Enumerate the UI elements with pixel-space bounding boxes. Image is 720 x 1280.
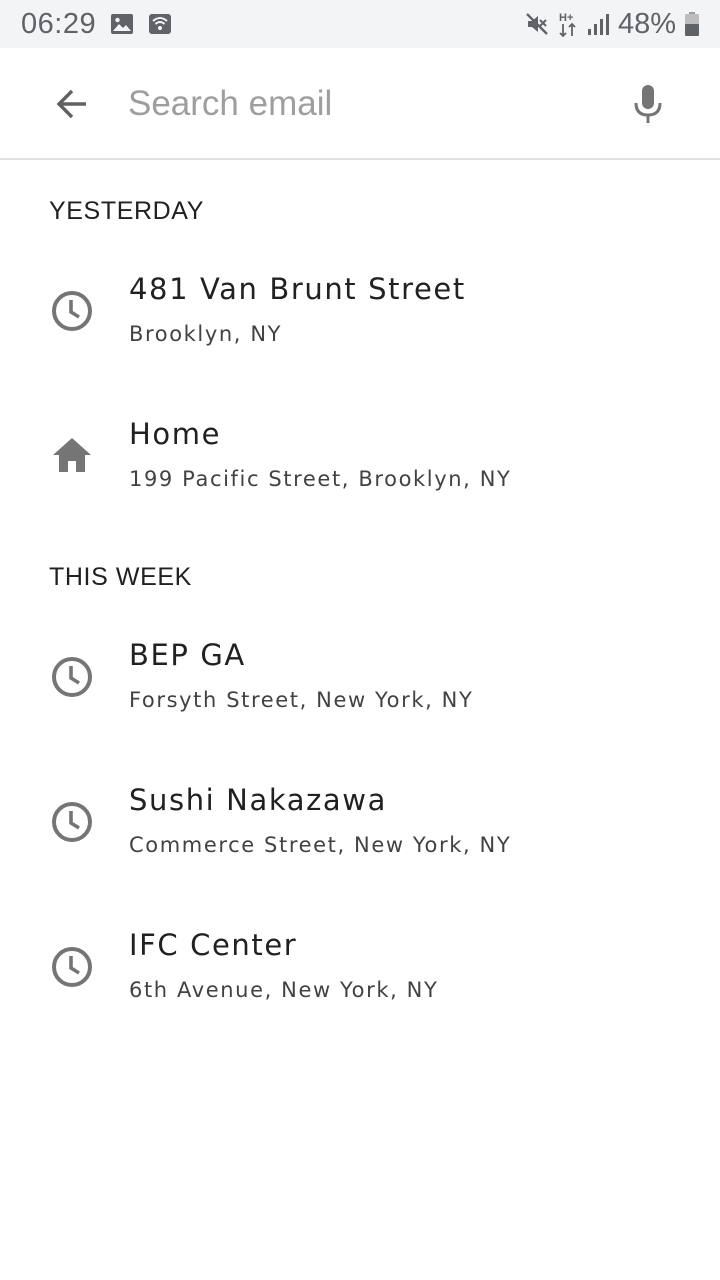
voice-search-button[interactable] xyxy=(624,80,672,128)
clock-icon xyxy=(48,943,96,991)
mic-icon xyxy=(634,85,662,123)
item-title: 481 Van Brunt Street xyxy=(129,272,466,306)
section-header-this-week: THIS WEEK xyxy=(49,563,192,591)
clock-icon xyxy=(48,798,96,846)
wifi-calling-icon xyxy=(148,13,172,35)
svg-text:H+: H+ xyxy=(559,12,573,24)
search-bar xyxy=(0,48,720,160)
status-time: 06:29 xyxy=(21,7,97,40)
section-header-yesterday: YESTERDAY xyxy=(49,197,204,225)
list-item[interactable]: BEP GA Forsyth Street, New York, NY xyxy=(0,604,720,749)
item-subtitle: Forsyth Street, New York, NY xyxy=(129,688,474,712)
battery-percent: 48% xyxy=(617,7,676,40)
arrow-back-icon xyxy=(56,89,86,119)
mute-icon xyxy=(524,11,550,37)
item-subtitle: Brooklyn, NY xyxy=(129,322,283,346)
item-subtitle: 199 Pacific Street, Brooklyn, NY xyxy=(129,467,512,491)
item-subtitle: Commerce Street, New York, NY xyxy=(129,833,512,857)
list-item[interactable]: IFC Center 6th Avenue, New York, NY xyxy=(0,894,720,1039)
list-item[interactable]: Sushi Nakazawa Commerce Street, New York… xyxy=(0,749,720,894)
list-item[interactable]: Home 199 Pacific Street, Brooklyn, NY xyxy=(0,383,720,528)
back-button[interactable] xyxy=(48,80,96,128)
status-right-icons: H+ 48% xyxy=(524,8,700,41)
status-bar: 06:29 H+ 48% xyxy=(0,0,720,48)
clock-icon xyxy=(48,287,96,335)
list-item[interactable]: 481 Van Brunt Street Brooklyn, NY xyxy=(0,238,720,383)
item-subtitle: 6th Avenue, New York, NY xyxy=(129,978,439,1002)
search-input[interactable] xyxy=(128,78,588,130)
home-icon xyxy=(48,432,96,480)
hplus-data-icon: H+ xyxy=(558,10,578,38)
clock-icon xyxy=(48,653,96,701)
item-title: BEP GA xyxy=(129,638,246,672)
item-title: IFC Center xyxy=(129,928,298,962)
signal-icon xyxy=(586,12,610,36)
status-left-icons xyxy=(110,13,172,35)
item-title: Home xyxy=(129,417,222,451)
item-title: Sushi Nakazawa xyxy=(129,783,387,817)
battery-icon xyxy=(684,11,700,37)
image-icon xyxy=(110,13,134,35)
